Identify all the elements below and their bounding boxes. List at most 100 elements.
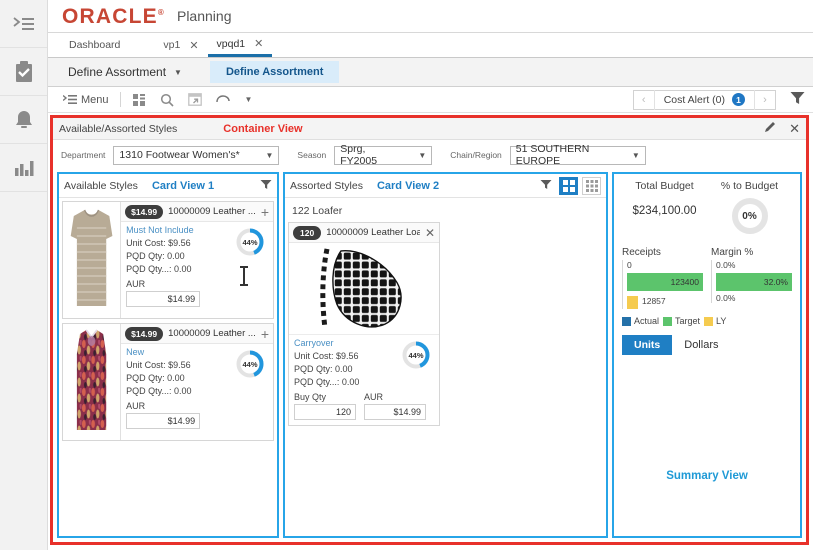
toggle-dollars[interactable]: Dollars xyxy=(672,335,730,355)
undo-icon[interactable] xyxy=(209,89,238,111)
filter-icon[interactable] xyxy=(790,91,805,108)
ly-bar xyxy=(627,296,638,309)
buy-qty-label: Buy Qty xyxy=(294,392,327,402)
list-item[interactable]: $14.99 10000009 Leather ... + New Unit C… xyxy=(62,323,274,441)
input-row: Buy Qty 120 AUR $14.99 xyxy=(294,392,434,420)
filter-icon[interactable] xyxy=(540,179,552,193)
margin-chart: Margin % 0.0% 32.0% 0.0% xyxy=(711,247,792,309)
details-row: Carryover Unit Cost: $9.56 PQD Qty: 0.00… xyxy=(294,338,434,389)
actual-value: 0 xyxy=(627,260,632,270)
pencil-icon[interactable] xyxy=(764,121,776,136)
cost-alert-group: ‹ Cost Alert (0) 1 › xyxy=(632,89,776,110)
grid-view-toggle[interactable] xyxy=(582,176,601,195)
cost-alert-status[interactable]: Cost Alert (0) 1 xyxy=(653,89,755,110)
donut-value: 44% xyxy=(242,359,258,369)
legend-label: Target xyxy=(675,316,701,326)
aur-value: $14.99 xyxy=(167,416,196,426)
pct-budget-value: 0% xyxy=(742,210,757,222)
chart-plot: 0.0% 32.0% 0.0% xyxy=(711,260,792,303)
remove-style-button[interactable]: ✕ xyxy=(425,227,435,239)
group-label: 122 Loafer xyxy=(292,205,343,217)
tab-vp1[interactable]: vp1 ✕ xyxy=(154,33,207,57)
tab-dashboard[interactable]: Dashboard xyxy=(60,33,154,57)
tab-label: Dashboard xyxy=(69,39,121,51)
assorted-styles-list[interactable]: 122 Loafer 120 10000009 Leather Loafer .… xyxy=(285,198,606,536)
reports-icon[interactable] xyxy=(0,144,47,192)
define-assortment-dropdown[interactable]: Define Assortment ▼ xyxy=(58,65,198,79)
legend-item-actual: Actual xyxy=(622,316,659,326)
buy-qty-field[interactable]: 120 xyxy=(294,404,356,420)
style-thumbnail xyxy=(63,202,122,318)
tab-label: vpqd1 xyxy=(216,37,246,50)
status-badge: New xyxy=(126,347,145,357)
calculator-icon[interactable] xyxy=(125,89,153,111)
toolbar: Menu ▼ ‹ Cost Alert (0) 1 › xyxy=(48,87,813,113)
assorted-styles-panel: Assorted Styles Card View 2 122 Loafer 1… xyxy=(283,172,608,538)
panel-header: Assorted Styles Card View 2 xyxy=(285,174,606,198)
aur-field[interactable]: $14.99 xyxy=(126,291,201,307)
pqd-qty-secondary: PQD Qty...: 0.00 xyxy=(294,377,360,387)
season-select[interactable]: Sprg, FY2005 ▼ xyxy=(334,143,433,167)
style-card-body: $14.99 10000009 Leather ... + Must Not I… xyxy=(121,202,273,318)
donut-value: 44% xyxy=(408,350,424,360)
chart-plot: 0 123400 12857 xyxy=(622,260,703,309)
search-icon[interactable] xyxy=(153,89,181,111)
notifications-icon[interactable] xyxy=(0,96,47,144)
department-select[interactable]: 1310 Footwear Women's* ▼ xyxy=(113,145,280,165)
tab-define-assortment[interactable]: Define Assortment xyxy=(209,61,340,83)
menu-label: Menu xyxy=(81,93,109,106)
close-icon[interactable]: ✕ xyxy=(254,37,263,50)
toggle-units[interactable]: Units xyxy=(622,335,673,355)
total-budget-kpi: Total Budget $234,100.00 xyxy=(622,180,707,236)
units-dollars-toggle: Units Dollars xyxy=(622,335,792,355)
style-card-header: $14.99 10000009 Leather ... + xyxy=(121,202,273,222)
filter-icon[interactable] xyxy=(260,179,272,193)
text-cursor xyxy=(240,266,248,286)
filter-row: Department 1310 Footwear Women's* ▼ Seas… xyxy=(53,140,806,170)
available-styles-list[interactable]: $14.99 10000009 Leather ... + Must Not I… xyxy=(59,198,277,536)
chain-region-label: Chain/Region xyxy=(450,150,502,160)
qty-badge: 120 xyxy=(293,225,322,240)
buy-qty-value: 120 xyxy=(335,407,351,417)
style-fields: Carryover Unit Cost: $9.56 PQD Qty: 0.00… xyxy=(294,338,401,389)
pqd-qty: PQD Qty: 0.00 xyxy=(126,373,185,383)
legend-swatch xyxy=(663,316,673,326)
chevron-down-icon: ▼ xyxy=(631,150,640,160)
collapse-menu-icon[interactable] xyxy=(0,0,47,48)
add-style-button[interactable]: + xyxy=(261,205,269,219)
target-bar: 123400 xyxy=(627,273,703,291)
aur-label: AUR xyxy=(126,279,146,289)
menu-button[interactable]: Menu xyxy=(56,89,116,111)
chain-region-select[interactable]: 51 SOUTHERN EUROPE ▼ xyxy=(509,143,646,167)
next-alert-button[interactable]: › xyxy=(755,94,775,106)
progress-donut: 44% xyxy=(401,340,431,370)
panel-actions xyxy=(260,179,272,193)
card-view-toggle[interactable] xyxy=(559,176,578,195)
ly-value: 0.0% xyxy=(716,293,736,303)
aur-field[interactable]: $14.99 xyxy=(364,404,426,420)
container-title: Available/Assorted Styles xyxy=(59,122,178,135)
tab-vpqd1[interactable]: vpqd1 ✕ xyxy=(207,33,273,57)
ly-bar-line: 12857 xyxy=(627,293,703,309)
toolbar-more-icon[interactable]: ▼ xyxy=(238,89,260,111)
list-item[interactable]: 120 10000009 Leather Loafer ... ✕ xyxy=(288,222,440,426)
tasks-icon[interactable] xyxy=(0,48,47,96)
close-icon[interactable]: ✕ xyxy=(189,39,198,52)
chip-label: Define Assortment xyxy=(225,66,324,78)
style-name: 10000009 Leather ... xyxy=(168,328,256,339)
pqd-qty: PQD Qty: 0.00 xyxy=(126,251,185,261)
donut-value: 44% xyxy=(242,237,258,247)
aur-field[interactable]: $14.99 xyxy=(126,413,201,429)
export-icon[interactable] xyxy=(181,89,209,111)
chart-title: Margin % xyxy=(711,247,754,258)
prev-alert-button[interactable]: ‹ xyxy=(634,94,654,106)
list-item[interactable]: $14.99 10000009 Leather ... + Must Not I… xyxy=(62,201,274,319)
close-icon[interactable]: ✕ xyxy=(789,121,800,137)
chart-legend: Actual Target LY xyxy=(622,316,792,326)
summary-view-annotation: Summary View xyxy=(666,470,748,482)
panel-actions xyxy=(540,176,601,195)
legend-swatch xyxy=(622,316,631,326)
brand-bar: ORACLE® Planning xyxy=(48,0,813,33)
add-style-button[interactable]: + xyxy=(261,327,269,341)
page-title: Planning xyxy=(176,8,232,24)
